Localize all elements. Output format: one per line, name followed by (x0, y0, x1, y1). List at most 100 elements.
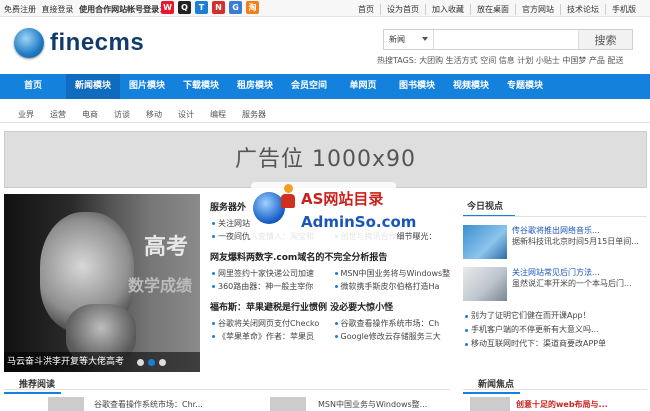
login-links: 免费注册 直接登录 使用合作网站帐号登录： (4, 4, 170, 15)
news-link[interactable]: Google修改云存储服务三大 (333, 330, 456, 343)
search-input[interactable] (434, 30, 578, 49)
thumbnail[interactable] (48, 397, 84, 411)
nav-news[interactable]: 新闻模块 (66, 74, 120, 99)
today-link[interactable]: 别为了证明它们健在而开课App！ (463, 309, 647, 323)
section-title: 今日视点 (463, 194, 515, 217)
nav-video[interactable]: 视频模块 (444, 74, 498, 99)
slide-overlay-subtitle: 数学成绩 (127, 276, 192, 295)
nav-downloads[interactable]: 下载模块 (174, 74, 228, 99)
thumbnail[interactable] (463, 225, 507, 259)
weibo-icon[interactable]: W (161, 1, 174, 14)
news-row: 360路由器：神一般主宰你 微软携手斯皮尔伯格打造Ha (210, 280, 455, 293)
today-link[interactable]: 移动互联网时代下：渠道商要改APP单 (463, 337, 647, 351)
slide-dot-3[interactable] (159, 359, 166, 366)
watermark-figure-icon (279, 184, 299, 210)
nav-topics[interactable]: 专题模块 (498, 74, 552, 99)
top-link-official[interactable]: 官方网站 (515, 4, 560, 15)
watermark-logo: AS网站目录 AdminSo.com (251, 182, 416, 244)
news-row: 谷歌将关闭网页支付Checko 谷歌查看操作系统市场：Ch (210, 317, 455, 330)
nav-rental[interactable]: 租房模块 (228, 74, 282, 99)
thumbnail[interactable] (463, 267, 507, 301)
top-link-home[interactable]: 首页 (352, 4, 380, 15)
watermark-domain: AdminSo.com (301, 213, 417, 231)
focus-section: 新闻焦点 (463, 376, 647, 394)
thumbnail[interactable] (470, 397, 510, 411)
news-link[interactable]: 谷歌将关闭网页支付Checko (210, 317, 333, 330)
ad-banner[interactable]: 广告位 1000x90 (4, 131, 647, 188)
social-login-icons: W Q T N G 淘 (161, 1, 259, 14)
top-link-favorite[interactable]: 加入收藏 (425, 4, 470, 15)
search-category-select[interactable]: 新闻 (384, 30, 434, 49)
thumbnail[interactable] (270, 397, 306, 411)
hot-tags[interactable]: 热搜TAGS: 大团购 生活方式 空间 信息 计划 小贴士 中国梦 产品 配送 (377, 55, 623, 66)
subnav-operation[interactable]: 运营 (42, 106, 74, 122)
top-link-set-home[interactable]: 设为首页 (380, 4, 425, 15)
subnav-design[interactable]: 设计 (170, 106, 202, 122)
news-row: 网里签约十家快递公司加速 MSN中国业务将与Windows整 (210, 267, 455, 280)
netease-icon[interactable]: N (212, 1, 225, 14)
recommend-section: 推荐阅读 (4, 376, 450, 394)
subnav-server[interactable]: 服务器 (234, 106, 274, 122)
tencent-weibo-icon[interactable]: T (195, 1, 208, 14)
recommend-link[interactable]: 谷歌查看操作系统市场：Chr... (94, 399, 203, 410)
subnav-programming[interactable]: 编程 (202, 106, 234, 122)
subnav-interview[interactable]: 访谈 (106, 106, 138, 122)
news-headline[interactable]: 网友爆料两数字.com域名的不完全分析报告 (210, 250, 455, 263)
nav-home[interactable]: 首页 (0, 74, 66, 99)
today-link[interactable]: 手机客户端的不停更新有大意义吗... (463, 323, 647, 337)
main-nav: 首页 新闻模块 图片模块 下载模块 租房模块 会员空间 单网页 图书模块 视频模… (0, 74, 650, 99)
news-link[interactable]: 360路由器：神一般主宰你 (210, 280, 333, 293)
today-item-text: 关注网站常见后门方法... 虽然说汇率开米的一个本马后门... (512, 267, 632, 301)
subnav-industry[interactable]: 业界 (10, 106, 42, 122)
today-column: 今日视点 传谷歌将推出网络音乐... 据新科技讯北京时间5月15日单间... 关… (463, 194, 647, 351)
featured-slideshow[interactable]: 高考 数学成绩 马云奋斗洪李开复等大佬高考 (4, 194, 200, 372)
nav-member[interactable]: 会员空间 (282, 74, 336, 99)
subnav-mobile[interactable]: 移动 (138, 106, 170, 122)
focus-title: 新闻焦点 (463, 376, 521, 394)
sub-nav: 业界 运营 电商 访谈 移动 设计 编程 服务器 (0, 106, 650, 123)
qq-icon[interactable]: Q (178, 1, 191, 14)
site-logo[interactable]: finecms (14, 28, 144, 58)
divider (463, 216, 647, 217)
recommend-title: 推荐阅读 (4, 376, 62, 394)
chevron-down-icon (422, 37, 428, 41)
news-link[interactable]: MSN中国业务将与Windows整 (333, 267, 456, 280)
top-links: 首页 设为首页 加入收藏 放在桌面 官方网站 技术论坛 手机版 (352, 4, 642, 15)
nav-books[interactable]: 图书模块 (390, 74, 444, 99)
slide-pager (137, 359, 166, 366)
slide-dot-2[interactable] (148, 359, 155, 366)
search-button[interactable]: 搜索 (578, 30, 632, 49)
top-link-desktop[interactable]: 放在桌面 (470, 4, 515, 15)
nav-photos[interactable]: 图片模块 (120, 74, 174, 99)
news-link[interactable]: 谷歌查看操作系统市场：Ch (333, 317, 456, 330)
logo-text: finecms (50, 29, 145, 56)
nav-single-page[interactable]: 单网页 (336, 74, 390, 99)
login-link[interactable]: 直接登录 (42, 5, 74, 14)
news-row: 《苹果革命》作者：苹果员 Google修改云存储服务三大 (210, 330, 455, 343)
top-link-mobile[interactable]: 手机版 (605, 4, 642, 15)
today-item[interactable]: 关注网站常见后门方法... 虽然说汇率开米的一个本马后门... (463, 267, 647, 301)
news-link[interactable]: 微软携手斯皮尔伯格打造Ha (333, 280, 456, 293)
news-link[interactable]: 网里签约十家快递公司加速 (210, 267, 333, 280)
taobao-icon[interactable]: 淘 (246, 1, 259, 14)
slide-overlay-title: 高考 (143, 235, 188, 260)
today-item-title[interactable]: 关注网站常见后门方法... (512, 267, 632, 278)
focus-link[interactable]: 创意十足的web布局与... (516, 399, 608, 410)
watermark-title: AS网站目录 (301, 190, 384, 208)
slide-caption[interactable]: 马云奋斗洪李开复等大佬高考 (4, 352, 200, 372)
top-link-forum[interactable]: 技术论坛 (560, 4, 605, 15)
news-link[interactable]: 《苹果革命》作者：苹果员 (210, 330, 333, 343)
news-block: 福布斯：苹果避税是行业惯例 没必要大惊小怪 谷歌将关闭网页支付Checko 谷歌… (210, 300, 455, 343)
today-item-summary: 据新科技讯北京时间5月15日单间... (512, 237, 639, 246)
partner-login-label: 使用合作网站帐号登录： (79, 5, 168, 14)
news-headline[interactable]: 福布斯：苹果避税是行业惯例 没必要大惊小怪 (210, 300, 455, 313)
today-item-title[interactable]: 传谷歌将推出网络音乐... (512, 225, 639, 236)
today-item[interactable]: 传谷歌将推出网络音乐... 据新科技讯北京时间5月15日单间... (463, 225, 647, 259)
google-icon[interactable]: G (229, 1, 242, 14)
news-block: 网友爆料两数字.com域名的不完全分析报告 网里签约十家快递公司加速 MSN中国… (210, 250, 455, 293)
recommend-link[interactable]: MSN中国业务与Windows整... (318, 399, 427, 410)
slide-dot-1[interactable] (137, 359, 144, 366)
subnav-ecommerce[interactable]: 电商 (74, 106, 106, 122)
logo-globe-icon (14, 28, 44, 58)
register-link[interactable]: 免费注册 (4, 5, 36, 14)
